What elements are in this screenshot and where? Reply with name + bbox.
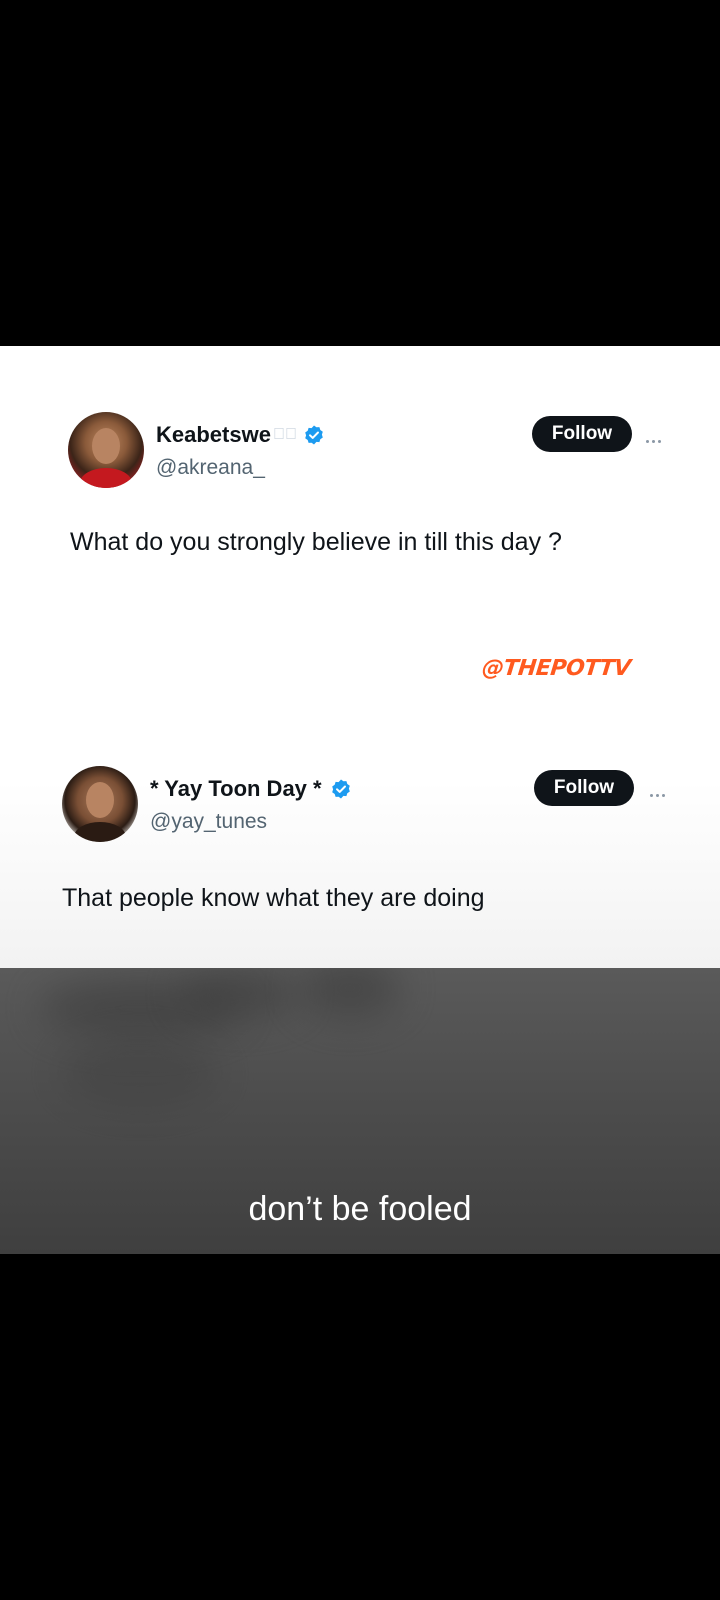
follow-button[interactable]: Follow: [534, 770, 634, 806]
bottom-letterbox: [0, 1254, 720, 1600]
top-letterbox: [0, 0, 720, 346]
avatar-face: [86, 782, 114, 818]
name-emoji: ℐ⃣: [272, 426, 297, 443]
verified-badge-icon: [305, 425, 323, 445]
follow-button[interactable]: Follow: [532, 416, 632, 452]
display-name[interactable]: * Yay Toon Day *: [150, 776, 322, 802]
more-options-icon[interactable]: [650, 784, 674, 797]
avatar-body: [74, 822, 126, 842]
more-options-icon[interactable]: [646, 430, 670, 443]
watermark: @THEPOTTV: [480, 656, 632, 681]
name-row: Keabetswe ℐ⃣: [156, 422, 325, 448]
avatar-body: [80, 468, 132, 488]
user-handle[interactable]: @yay_tunes: [150, 810, 267, 834]
name-row: * Yay Toon Day *: [150, 776, 352, 802]
avatar[interactable]: [68, 412, 144, 488]
display-name[interactable]: Keabetswe: [156, 422, 271, 448]
tweet-text: What do you strongly believe in till thi…: [70, 528, 562, 556]
tweet-text: That people know what they are doing: [62, 884, 485, 912]
verified-badge-icon: [331, 779, 350, 799]
user-handle[interactable]: @akreana_: [156, 456, 265, 480]
avatar-face: [92, 428, 120, 464]
avatar[interactable]: [62, 766, 138, 842]
video-caption: don’t be fooled: [248, 1190, 472, 1228]
